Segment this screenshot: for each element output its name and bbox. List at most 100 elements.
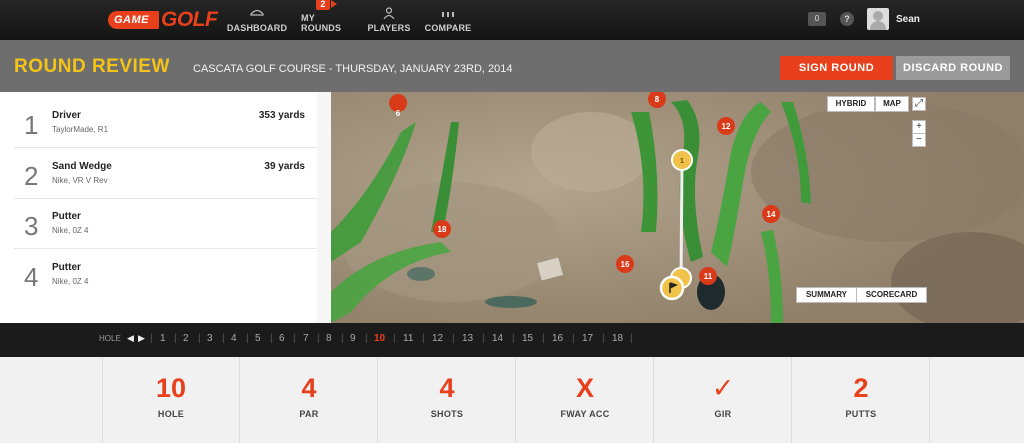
hole-link[interactable]: 15: [522, 333, 533, 344]
marker-label: 8: [655, 95, 660, 104]
logo-golf: GOLF: [161, 8, 218, 31]
bars-icon: [442, 6, 454, 20]
hole-separator: |: [293, 333, 296, 344]
hole-link[interactable]: 10: [374, 333, 385, 344]
stat-shots: 4 SHOTS: [379, 357, 516, 443]
stat-hole: 10 HOLE: [103, 357, 240, 443]
hole-link[interactable]: 3: [207, 333, 213, 344]
shot-list-scrollbar[interactable]: [317, 92, 331, 323]
hole-link[interactable]: 12: [432, 333, 443, 344]
stat-value: ✓: [711, 373, 735, 403]
hole-link[interactable]: 14: [492, 333, 503, 344]
stat-putts: 2 PUTTS: [793, 357, 930, 443]
prev-hole-icon[interactable]: ◀: [127, 333, 134, 344]
hole-separator: |: [393, 333, 396, 344]
hole-separator: |: [482, 333, 485, 344]
hole-link[interactable]: 2: [183, 333, 189, 344]
page: GAME GOLF DASHBOARD 2 MY ROUNDS PLAYERS: [0, 0, 1024, 443]
stat-value: 10: [155, 373, 187, 403]
hole-link[interactable]: 18: [612, 333, 623, 344]
stat-value: X: [575, 373, 594, 403]
hole-marker[interactable]: 14: [762, 205, 780, 223]
hole-separator: |: [198, 333, 201, 344]
shot-marker[interactable]: 1: [671, 149, 693, 171]
stat-label: HOLE: [157, 409, 185, 419]
hole-marker[interactable]: 11: [699, 267, 717, 285]
hole-marker[interactable]: 12: [717, 117, 735, 135]
hole-separator: |: [602, 333, 605, 344]
stat-value: 4: [301, 373, 317, 403]
hole-link[interactable]: 6: [279, 333, 285, 344]
nav-label: DASHBOARD: [226, 23, 288, 33]
map-button[interactable]: MAP: [875, 96, 909, 112]
shot-row[interactable]: 4 Putter Nike, 0Z 4: [14, 250, 317, 300]
scorecard-button[interactable]: SCORECARD: [856, 287, 927, 303]
flag-marker[interactable]: [659, 275, 685, 301]
course-map[interactable]: 6 8 12 14 18 16 11 1 HYBRID MAP ⤢ + − SU…: [331, 92, 1024, 323]
discard-round-button[interactable]: DISCARD ROUND: [896, 56, 1010, 80]
nav-compare[interactable]: COMPARE: [425, 0, 471, 40]
summary-button[interactable]: SUMMARY: [796, 287, 857, 303]
nav-players[interactable]: PLAYERS: [367, 0, 410, 40]
hole-marker[interactable]: 16: [616, 255, 634, 273]
hole-link[interactable]: 11: [403, 333, 413, 344]
shot-distance: 39 yards: [264, 161, 305, 172]
shot-number: 3: [24, 211, 39, 241]
messages-icon[interactable]: 0: [808, 12, 826, 26]
hole-link[interactable]: 13: [462, 333, 473, 344]
page-title: ROUND REVIEW: [14, 56, 170, 77]
stat-label: PUTTS: [845, 409, 877, 419]
shot-number: 4: [24, 262, 39, 292]
next-hole-icon[interactable]: ▶: [138, 333, 145, 344]
hole-link[interactable]: 4: [231, 333, 237, 344]
stat-label: GIR: [714, 409, 732, 419]
hole-link[interactable]: 1: [160, 333, 166, 344]
person-icon: [383, 6, 395, 20]
marker-label: 12: [722, 122, 731, 131]
hole-separator: |: [630, 333, 633, 344]
shot-row[interactable]: 1 Driver TaylorMade, R1 353 yards: [14, 98, 317, 148]
course-subtitle: CASCATA GOLF COURSE - THURSDAY, JANUARY …: [193, 63, 513, 75]
fullscreen-icon[interactable]: ⤢: [912, 97, 926, 111]
hole-link[interactable]: 16: [552, 333, 563, 344]
hole-separator: |: [572, 333, 575, 344]
shot-distance: 353 yards: [258, 110, 305, 121]
hole-link[interactable]: 8: [326, 333, 332, 344]
help-icon[interactable]: ?: [840, 12, 854, 26]
shot-number: 1: [24, 110, 39, 140]
rounds-badge: 2: [316, 0, 330, 10]
shot-club: Driver: [52, 110, 81, 121]
shot-number: 2: [24, 161, 39, 191]
shot-row[interactable]: 3 Putter Nike, 0Z 4: [14, 199, 317, 249]
hole-link[interactable]: 7: [303, 333, 309, 344]
zoom-in-button[interactable]: +: [912, 120, 926, 134]
username[interactable]: Sean: [896, 14, 920, 25]
hole-link[interactable]: 9: [350, 333, 356, 344]
sign-round-button[interactable]: SIGN ROUND: [780, 56, 893, 80]
hole-separator: |: [341, 333, 344, 344]
marker-label: 16: [621, 260, 630, 269]
marker-label: 14: [767, 210, 776, 219]
zoom-out-button[interactable]: −: [912, 133, 926, 147]
hole-separator: |: [222, 333, 225, 344]
hybrid-button[interactable]: HYBRID: [827, 96, 875, 112]
marker-label: 18: [438, 225, 447, 234]
hole-link[interactable]: 17: [582, 333, 593, 344]
hole-separator: |: [365, 333, 368, 344]
shot-row[interactable]: 2 Sand Wedge Nike, VR V Rev 39 yards: [14, 149, 317, 199]
hole-link[interactable]: 5: [255, 333, 261, 344]
nav-my-rounds[interactable]: 2 MY ROUNDS: [301, 0, 353, 40]
shot-club: Putter: [52, 262, 81, 273]
avatar[interactable]: [867, 8, 889, 30]
nav-dashboard[interactable]: DASHBOARD: [226, 0, 288, 40]
logo[interactable]: GAME GOLF: [108, 8, 218, 32]
shot-list: 1 Driver TaylorMade, R1 353 yards 2 Sand…: [0, 92, 331, 323]
flag-badge-icon: 2: [316, 0, 337, 10]
shot-club-model: Nike, VR V Rev: [52, 176, 108, 185]
hole-separator: |: [422, 333, 425, 344]
stat-label: FWAY ACC: [560, 409, 610, 419]
hole-marker[interactable]: 18: [433, 220, 451, 238]
hole-separator: |: [174, 333, 177, 344]
stat-label: PAR: [299, 409, 319, 419]
logo-game: GAME: [108, 11, 159, 29]
